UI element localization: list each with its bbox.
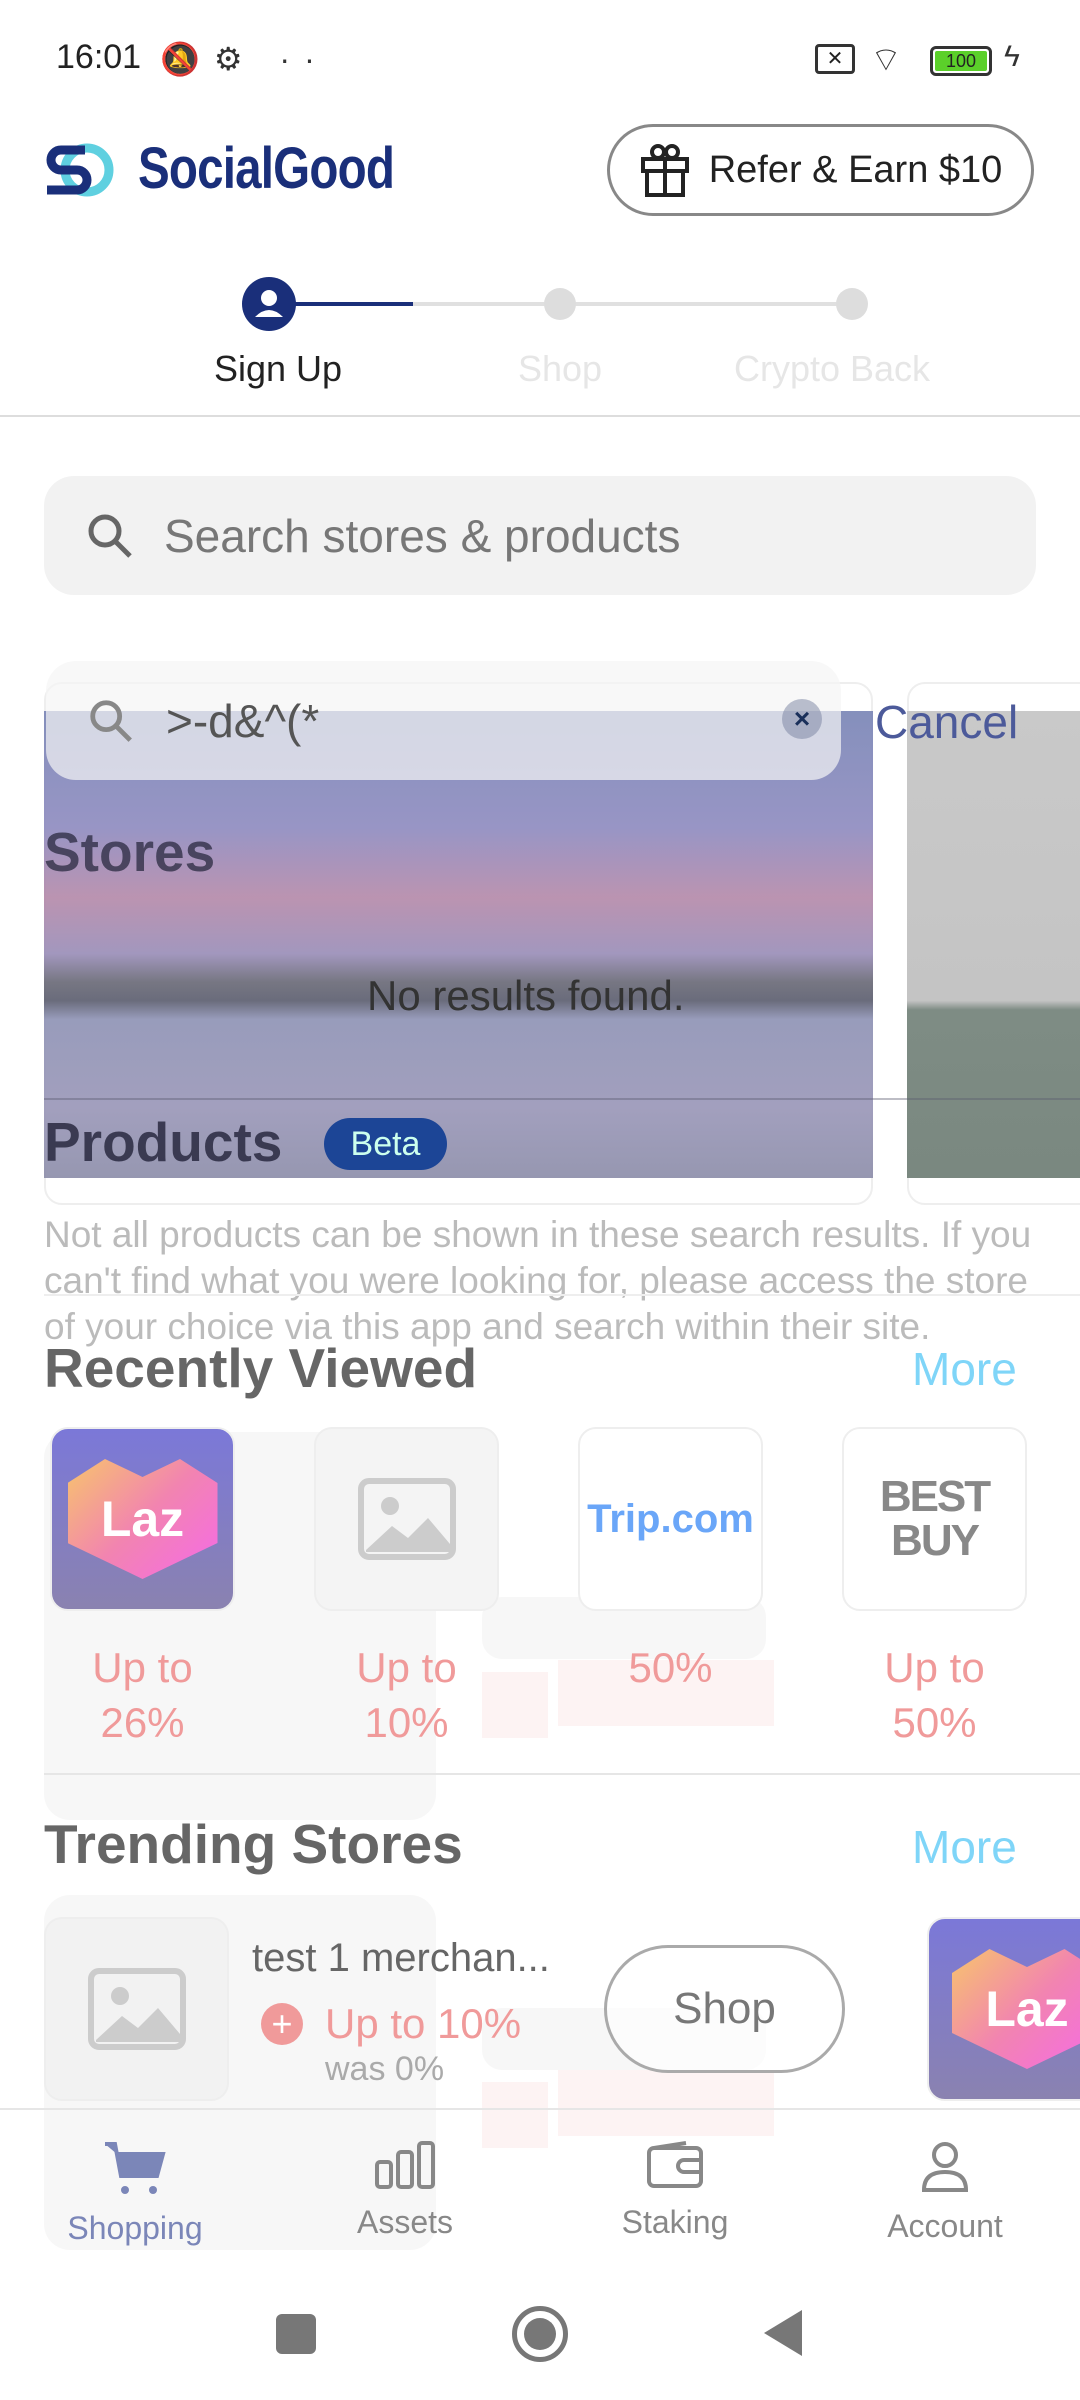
nav-staking[interactable]: Staking xyxy=(575,2140,775,2241)
trending-store-name: test 1 merchan... xyxy=(252,1936,550,1980)
trending-more-link[interactable]: More xyxy=(912,1820,1017,1874)
recent-cashback: Up to 26% xyxy=(92,1644,193,1746)
back-button[interactable] xyxy=(762,2308,804,2358)
clear-search-icon[interactable]: × xyxy=(782,699,822,739)
recent-cashback: Up to 50% xyxy=(884,1644,985,1746)
charging-icon: ϟ xyxy=(1004,40,1020,73)
home-button[interactable] xyxy=(512,2306,568,2362)
battery-icon: 100 xyxy=(930,46,992,76)
nav-account[interactable]: Account xyxy=(845,2140,1045,2245)
wifi-icon: ⌔ xyxy=(870,41,902,79)
step-shop-dot xyxy=(544,288,576,320)
beta-badge: Beta xyxy=(324,1118,447,1170)
refer-earn-button[interactable]: Refer & Earn $10 xyxy=(607,124,1034,216)
gift-icon xyxy=(640,144,689,197)
bottom-nav-divider xyxy=(0,2108,1080,2110)
shop-button[interactable]: Shop xyxy=(604,1945,845,2073)
trending-was: was 0% xyxy=(325,2050,445,2088)
products-heading: Products xyxy=(44,1111,283,1173)
step-cryptoback-label: Crypto Back xyxy=(733,348,931,389)
divider xyxy=(44,1294,1080,1296)
header-divider xyxy=(0,415,1080,417)
products-disclaimer: Not all products can be shown in these s… xyxy=(44,1214,1032,1347)
recent-store-bestbuy[interactable]: BEST BUY xyxy=(842,1427,1027,1611)
brand-name: SocialGood xyxy=(138,136,395,201)
bar-chart-icon xyxy=(375,2141,435,2189)
cancel-button[interactable]: Cancel xyxy=(875,695,1018,749)
divider xyxy=(44,1773,1080,1775)
lazada-logo: Laz xyxy=(952,1949,1080,2069)
notification-icons: 🔕⚙ ·· xyxy=(160,41,329,77)
nav-shopping[interactable]: Shopping xyxy=(35,2140,235,2247)
bestbuy-logo: BEST BUY xyxy=(879,1472,991,1565)
overlay-divider xyxy=(44,1098,1080,1100)
socialgood-logo-icon xyxy=(46,143,114,197)
step-signup-label: Sign Up xyxy=(213,348,343,389)
recents-button[interactable] xyxy=(276,2314,316,2354)
banner-image-lake xyxy=(44,711,873,1178)
image-placeholder-icon xyxy=(87,1968,186,2050)
person-icon xyxy=(921,2142,969,2192)
skeleton-icon xyxy=(482,2082,548,2148)
overlay-search-input[interactable]: >-d&^(* xyxy=(46,661,841,780)
search-query: >-d&^(* xyxy=(166,694,320,747)
recent-cashback: Up to 10% xyxy=(356,1644,457,1746)
status-time: 16:01 xyxy=(56,38,142,76)
sim-icon: ✕ xyxy=(815,44,855,74)
trending-stores-heading: Trending Stores xyxy=(44,1813,463,1875)
step-cryptoback-dot xyxy=(836,288,868,320)
recent-cashback: 50% xyxy=(628,1644,713,1691)
refer-label: Refer & Earn $10 xyxy=(708,148,1003,191)
stores-heading: Stores xyxy=(44,821,216,883)
search-icon xyxy=(90,699,132,742)
recently-viewed-more-link[interactable]: More xyxy=(912,1342,1017,1396)
recent-store-placeholder[interactable] xyxy=(314,1427,499,1611)
recently-viewed-heading: Recently Viewed xyxy=(44,1337,478,1399)
trip-logo: Trip.com xyxy=(587,1496,754,1541)
trending-store-lazada[interactable]: Laz xyxy=(927,1917,1080,2101)
home-icon xyxy=(524,2318,556,2350)
search-placeholder: Search stores & products xyxy=(164,509,681,562)
banner-image-2 xyxy=(907,711,1080,1178)
no-results-text: No results found. xyxy=(367,972,685,1019)
wallet-icon xyxy=(647,2141,703,2188)
recent-store-lazada[interactable]: Laz xyxy=(50,1427,235,1611)
nav-assets[interactable]: Assets xyxy=(305,2140,505,2241)
image-placeholder-icon xyxy=(357,1478,456,1560)
stepper-track xyxy=(413,302,853,306)
skeleton-bar xyxy=(558,2070,774,2136)
trending-store-image[interactable] xyxy=(44,1917,229,2101)
cart-icon xyxy=(105,2142,166,2194)
trending-cashback: Up to 10% xyxy=(325,2000,522,2047)
step-signup-icon xyxy=(242,277,296,331)
lazada-logo: Laz xyxy=(67,1459,218,1579)
plus-icon: + xyxy=(261,2003,303,2045)
search-icon xyxy=(88,514,132,558)
search-bar[interactable]: Search stores & products xyxy=(44,476,1036,595)
recent-store-trip[interactable]: Trip.com xyxy=(578,1427,763,1611)
step-shop-label: Shop xyxy=(517,348,603,389)
